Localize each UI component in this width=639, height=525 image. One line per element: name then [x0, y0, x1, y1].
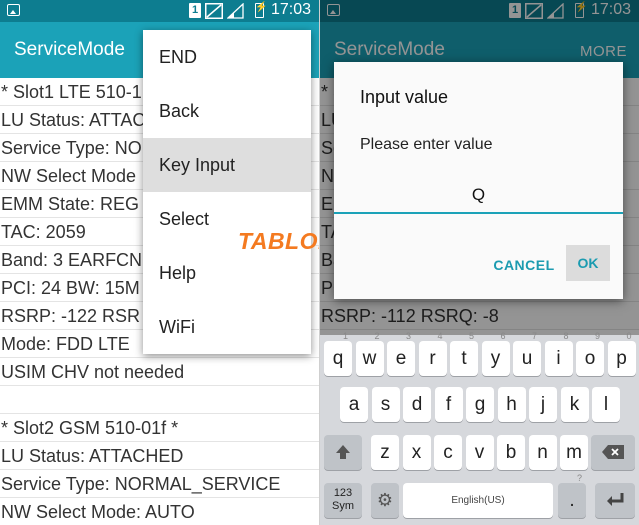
battery-charging-icon: [255, 2, 267, 18]
left-screen: 1 17:03 ServiceMode * Slot1 LTE 510-1LU …: [0, 0, 319, 525]
right-screen: 1 17:03 ServiceMode MORE * SLUSeNVENTABa…: [320, 0, 639, 525]
key-k[interactable]: k: [560, 387, 589, 422]
gear-icon: ⚙: [376, 490, 394, 510]
key-g[interactable]: g: [466, 387, 494, 422]
key-v[interactable]: v: [465, 435, 494, 470]
key-e[interactable]: e3: [387, 331, 415, 376]
key-j[interactable]: j: [529, 387, 557, 422]
key-o[interactable]: o9: [576, 331, 604, 376]
status-bar: 1 17:03: [0, 0, 319, 22]
key-hint: 0: [626, 331, 632, 341]
backspace-key[interactable]: [591, 435, 635, 470]
cellular-signal-icon: [227, 3, 244, 19]
key-z[interactable]: z: [371, 435, 399, 470]
key-hint: 7: [531, 331, 537, 341]
key-hint: 4: [437, 331, 443, 341]
info-row: Service Type: NORMAL_SERVICE: [0, 470, 319, 498]
key-hint: 8: [563, 331, 569, 341]
menu-item-back[interactable]: Back: [143, 84, 311, 138]
soft-keyboard: q 1 w 2 e 3 r 4 t 5 y 6 u 7 i 8 o 9 p 0 a s d f g h j k l z x c v b n m 123 S…: [320, 331, 639, 525]
key-x[interactable]: x: [402, 435, 431, 470]
watermark: TABLOIDTEKNO: [238, 228, 319, 254]
input-value-dialog: Input value Please enter value Q CANCEL …: [334, 62, 623, 299]
key-hint: ?: [576, 473, 582, 483]
menu-item-key-input[interactable]: Key Input: [143, 138, 311, 192]
signal-icon: [205, 3, 223, 19]
key-c[interactable]: c: [434, 435, 462, 470]
key-hint: 2: [374, 331, 380, 341]
enter-key[interactable]: [595, 483, 635, 518]
key-n[interactable]: n: [528, 435, 557, 470]
value-input[interactable]: Q: [334, 180, 623, 214]
key-hint: 1: [342, 331, 348, 341]
clock: 17:03: [271, 1, 312, 18]
key-hint: 9: [594, 331, 600, 341]
ok-button[interactable]: OK: [566, 245, 610, 281]
key-q[interactable]: q1: [324, 331, 352, 376]
key-hint: 3: [405, 331, 411, 341]
settings-key[interactable]: ⚙: [371, 483, 399, 518]
key-u[interactable]: u7: [513, 331, 541, 376]
sym-key[interactable]: 123 Sym: [324, 483, 362, 518]
key-i[interactable]: i8: [544, 331, 573, 376]
key-h[interactable]: h: [497, 387, 526, 422]
sym-key-label: Sym: [332, 500, 354, 512]
app-title: ServiceMode: [14, 39, 125, 60]
dialog-title: Input value: [360, 87, 449, 107]
key-s[interactable]: s: [371, 387, 400, 422]
info-row: * Slot2 GSM 510-01f *: [0, 414, 319, 442]
key-y[interactable]: y6: [481, 331, 510, 376]
key-a[interactable]: a: [340, 387, 368, 422]
gallery-notification-icon: [7, 4, 20, 16]
sim-indicator-icon: 1: [189, 3, 201, 18]
key-l[interactable]: l: [592, 387, 620, 422]
info-row: NW Select Mode: AUTO: [0, 498, 319, 525]
key-b[interactable]: b: [497, 435, 525, 470]
info-row: [0, 386, 319, 414]
period-key[interactable]: .?: [558, 473, 586, 518]
key-w[interactable]: w2: [355, 331, 384, 376]
info-row: LU Status: ATTACHED: [0, 442, 319, 470]
key-r[interactable]: r4: [418, 331, 447, 376]
menu-item-wifi[interactable]: WiFi: [143, 300, 311, 354]
key-t[interactable]: t5: [450, 331, 478, 376]
menu-item-end[interactable]: END: [143, 30, 311, 84]
shift-icon: [336, 445, 350, 459]
space-key[interactable]: English(US): [403, 483, 553, 518]
cancel-button[interactable]: CANCEL: [482, 248, 566, 282]
sym-key-label: 123: [333, 487, 353, 499]
key-f[interactable]: f: [434, 387, 463, 422]
overflow-menu: END Back Key Input Select Help WiFi: [143, 30, 311, 354]
dialog-message: Please enter value: [360, 136, 493, 153]
key-m[interactable]: m: [560, 435, 588, 470]
key-hint: 5: [468, 331, 474, 341]
key-p[interactable]: p0: [607, 331, 636, 376]
enter-icon: [607, 493, 624, 506]
key-d[interactable]: d: [403, 387, 431, 422]
shift-key[interactable]: [324, 435, 362, 470]
info-row: USIM CHV not needed: [0, 358, 319, 386]
key-hint: 6: [500, 331, 506, 341]
backspace-icon: [602, 445, 624, 459]
